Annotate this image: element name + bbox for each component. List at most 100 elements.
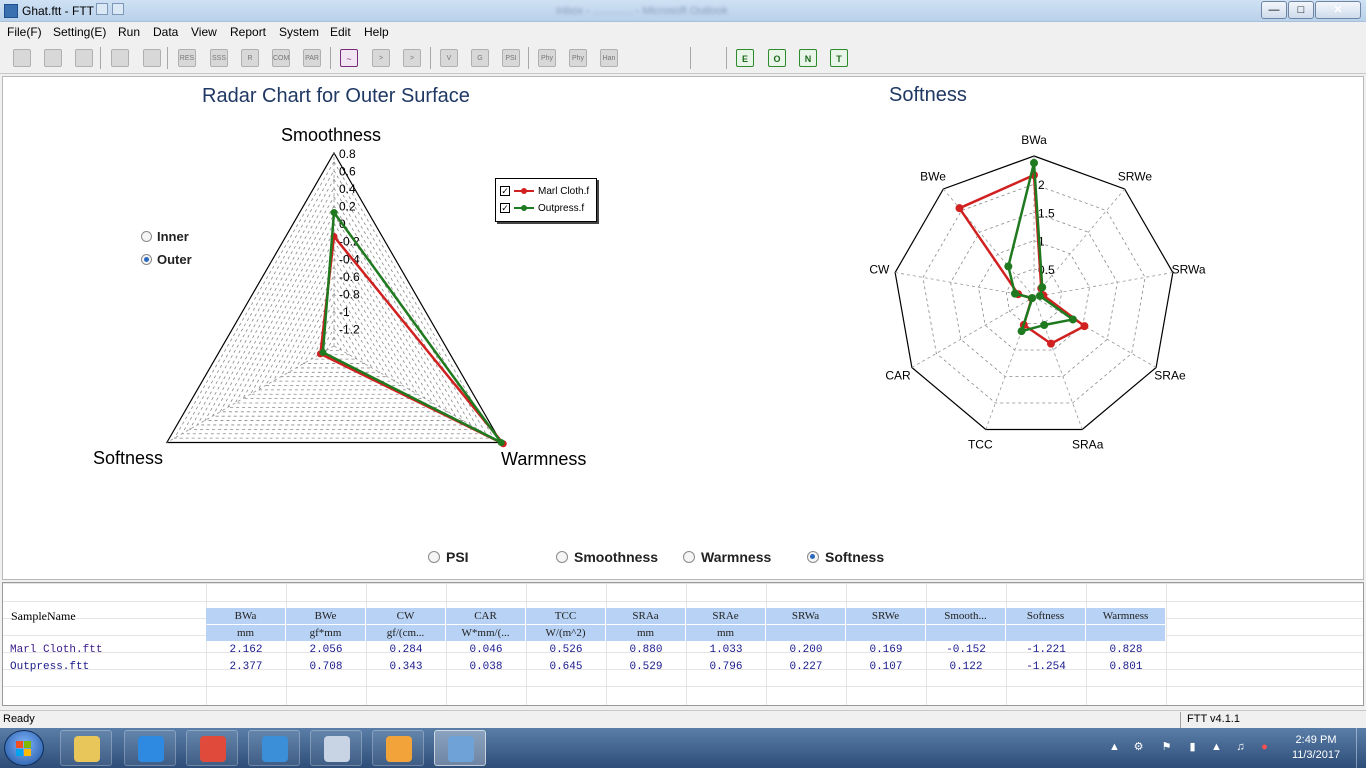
- volume-icon[interactable]: ♫: [1234, 741, 1247, 754]
- menu-view[interactable]: View: [191, 25, 217, 39]
- open-green-icon[interactable]: O: [768, 49, 786, 67]
- phy2-icon[interactable]: Phy: [569, 49, 587, 67]
- signal-icon[interactable]: ▲: [1210, 741, 1223, 754]
- taskbar-app[interactable]: [310, 730, 362, 766]
- table-header-cell[interactable]: BWa: [206, 608, 286, 624]
- start-button[interactable]: [4, 730, 44, 766]
- table-header-cell[interactable]: SRAa: [606, 608, 686, 624]
- table-cell[interactable]: 0.343: [366, 659, 446, 675]
- menu-setting[interactable]: Setting(E): [53, 25, 106, 39]
- action-center-flag-icon[interactable]: ⚑: [1160, 741, 1173, 754]
- new-file-icon[interactable]: [13, 49, 31, 67]
- table-header-cell[interactable]: SRWa: [766, 608, 846, 624]
- option-smoothness[interactable]: Smoothness: [556, 549, 658, 565]
- table-cell[interactable]: 2.377: [206, 659, 286, 675]
- radar-spoke: [911, 296, 1035, 368]
- tray-network-device-icon[interactable]: ⚙: [1132, 741, 1145, 754]
- par-icon[interactable]: PAR: [303, 49, 321, 67]
- table-cell[interactable]: 0.708: [286, 659, 366, 675]
- option-softness-dot[interactable]: [807, 551, 819, 563]
- menu-edit[interactable]: Edit: [330, 25, 351, 39]
- table-cell[interactable]: 1.033: [686, 642, 766, 658]
- table-cell[interactable]: 2.162: [206, 642, 286, 658]
- table-cell[interactable]: 0.107: [846, 659, 926, 675]
- table-cell[interactable]: 0.200: [766, 642, 846, 658]
- table-cell[interactable]: -1.221: [1006, 642, 1086, 658]
- menu-system[interactable]: System: [279, 25, 319, 39]
- arrow-right-icon[interactable]: [111, 49, 129, 67]
- table-cell[interactable]: 0.038: [446, 659, 526, 675]
- radar-data-point: [1004, 262, 1013, 271]
- taskbar-app[interactable]: [60, 730, 112, 766]
- option-softness[interactable]: Softness: [807, 549, 884, 565]
- table-cell[interactable]: 0.046: [446, 642, 526, 658]
- option-warmness[interactable]: Warmness: [683, 549, 771, 565]
- menu-report[interactable]: Report: [230, 25, 266, 39]
- table-green-icon[interactable]: T: [830, 49, 848, 67]
- g-icon[interactable]: G: [471, 49, 489, 67]
- option-warmness-dot[interactable]: [683, 551, 695, 563]
- export-icon[interactable]: >: [372, 49, 390, 67]
- chart-icon[interactable]: ~: [340, 49, 358, 67]
- taskbar-app[interactable]: [434, 730, 486, 766]
- table-header-cell[interactable]: Softness: [1006, 608, 1086, 624]
- option-smoothness-dot[interactable]: [556, 551, 568, 563]
- table-header-cell[interactable]: SRWe: [846, 608, 926, 624]
- taskbar-app[interactable]: [248, 730, 300, 766]
- table-header-cell[interactable]: CAR: [446, 608, 526, 624]
- psi-icon[interactable]: PSI: [502, 49, 520, 67]
- taskbar-app[interactable]: [372, 730, 424, 766]
- battery-icon[interactable]: ▮: [1186, 741, 1199, 754]
- export-green-icon[interactable]: E: [736, 49, 754, 67]
- taskbar-app[interactable]: [124, 730, 176, 766]
- table-cell[interactable]: -0.152: [926, 642, 1006, 658]
- res-icon[interactable]: RES: [178, 49, 196, 67]
- option-psi-dot[interactable]: [428, 551, 440, 563]
- minimize-button[interactable]: —: [1261, 1, 1287, 19]
- table-row-name[interactable]: Outpress.ftt: [10, 659, 89, 675]
- table-header-cell[interactable]: Warmness: [1086, 608, 1166, 624]
- new-green-icon[interactable]: N: [799, 49, 817, 67]
- table-cell[interactable]: 0.526: [526, 642, 606, 658]
- show-desktop-button[interactable]: [1356, 728, 1366, 768]
- table-cell[interactable]: 0.227: [766, 659, 846, 675]
- refresh-icon[interactable]: R: [241, 49, 259, 67]
- table-header-cell[interactable]: BWe: [286, 608, 366, 624]
- table-header-cell[interactable]: Smooth...: [926, 608, 1006, 624]
- menu-help[interactable]: Help: [364, 25, 389, 39]
- maximize-button[interactable]: □: [1288, 1, 1314, 19]
- table-cell[interactable]: 0.284: [366, 642, 446, 658]
- open-folder-icon[interactable]: [44, 49, 62, 67]
- menu-file[interactable]: File(F): [7, 25, 42, 39]
- clock[interactable]: 2:49 PM 11/3/2017: [1284, 733, 1348, 763]
- table-row-name[interactable]: Marl Cloth.ftt: [10, 642, 102, 658]
- waves-icon[interactable]: SSS: [210, 49, 228, 67]
- table-cell[interactable]: 0.645: [526, 659, 606, 675]
- record-icon[interactable]: [143, 49, 161, 67]
- com-icon[interactable]: COM: [272, 49, 290, 67]
- table-cell[interactable]: 0.529: [606, 659, 686, 675]
- table-cell[interactable]: 0.801: [1086, 659, 1166, 675]
- table-cell[interactable]: 0.880: [606, 642, 686, 658]
- table-header-cell[interactable]: SRAe: [686, 608, 766, 624]
- menu-run[interactable]: Run: [118, 25, 140, 39]
- option-psi[interactable]: PSI: [428, 549, 469, 565]
- table-cell[interactable]: 0.169: [846, 642, 926, 658]
- table-cell[interactable]: 0.828: [1086, 642, 1166, 658]
- taskbar-app[interactable]: [186, 730, 238, 766]
- table-cell[interactable]: 0.796: [686, 659, 766, 675]
- table-header-cell[interactable]: CW: [366, 608, 446, 624]
- v-icon[interactable]: V: [440, 49, 458, 67]
- menu-data[interactable]: Data: [153, 25, 178, 39]
- import-icon[interactable]: >: [403, 49, 421, 67]
- table-cell[interactable]: -1.254: [1006, 659, 1086, 675]
- save-icon[interactable]: [75, 49, 93, 67]
- security-icon[interactable]: ●: [1258, 741, 1271, 754]
- table-header-cell[interactable]: TCC: [526, 608, 606, 624]
- han-icon[interactable]: Han: [600, 49, 618, 67]
- phy1-icon[interactable]: Phy: [538, 49, 556, 67]
- tray-expand-icon[interactable]: ▲: [1108, 741, 1121, 754]
- close-button[interactable]: ✕: [1315, 1, 1361, 19]
- table-cell[interactable]: 0.122: [926, 659, 1006, 675]
- table-cell[interactable]: 2.056: [286, 642, 366, 658]
